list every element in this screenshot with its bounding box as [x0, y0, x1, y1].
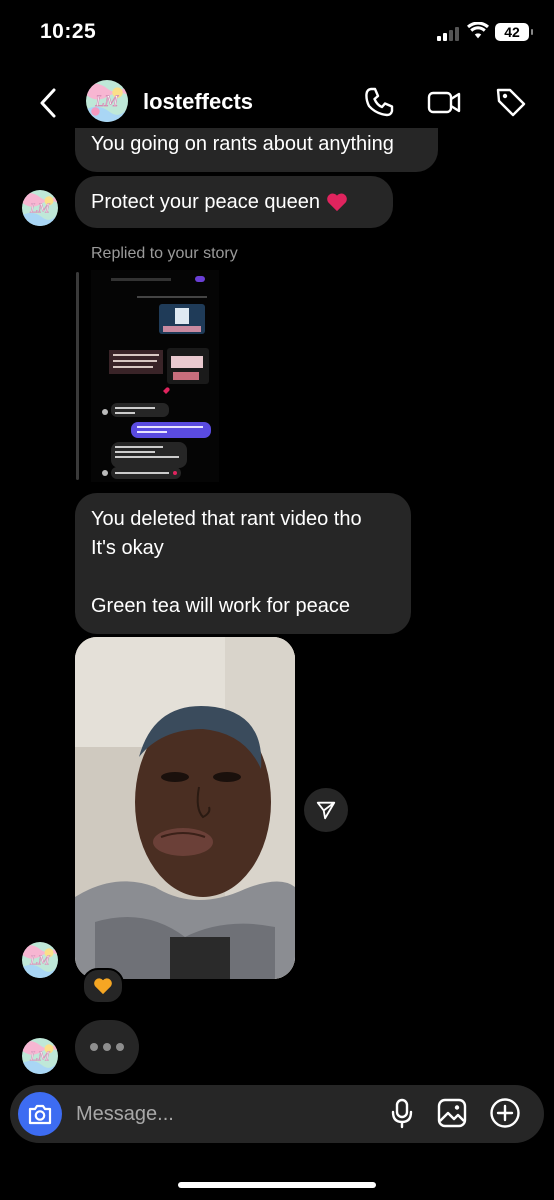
message-text-line: It's okay — [91, 537, 164, 559]
status-time: 10:25 — [40, 20, 97, 43]
send-icon — [316, 801, 336, 820]
svg-text:LM: LM — [29, 954, 51, 968]
message-bubble[interactable]: You going on rants about anything — [75, 128, 438, 172]
home-indicator[interactable] — [178, 1182, 376, 1188]
message-text-line: You deleted that rant video tho — [91, 508, 362, 530]
reaction-badge[interactable] — [82, 968, 124, 1004]
sender-avatar[interactable]: LM — [22, 942, 58, 978]
message-text: You going on rants about anything — [91, 133, 394, 155]
typing-indicator — [75, 1020, 139, 1074]
typing-dot — [116, 1043, 124, 1051]
header-avatar[interactable]: LM — [86, 80, 128, 122]
shared-video[interactable] — [75, 637, 295, 979]
message-bubble[interactable]: Protect your peace queen — [75, 176, 393, 228]
message-text: Protect your peace queen — [91, 190, 321, 213]
back-chevron-icon[interactable] — [36, 86, 60, 120]
chat-username[interactable]: losteffects — [143, 89, 253, 115]
camera-button[interactable] — [18, 1092, 62, 1136]
sender-avatar[interactable]: LM — [22, 190, 58, 226]
microphone-icon[interactable] — [386, 1097, 418, 1129]
camera-icon — [28, 1104, 52, 1125]
phone-icon[interactable] — [362, 86, 396, 118]
sender-avatar[interactable]: LM — [22, 1038, 58, 1074]
svg-text:LM: LM — [29, 1050, 51, 1064]
battery-level: 42 — [504, 24, 520, 40]
plus-icon[interactable] — [489, 1097, 521, 1129]
orange-heart-icon — [94, 978, 112, 995]
share-button[interactable] — [304, 788, 348, 832]
message-text-line: Green tea will work for peace — [91, 595, 351, 617]
typing-dot — [103, 1043, 111, 1051]
svg-text:LM: LM — [94, 94, 119, 110]
battery-icon: 42 — [495, 23, 533, 41]
gallery-icon[interactable] — [436, 1097, 468, 1129]
red-heart-icon — [327, 193, 347, 212]
tag-icon[interactable] — [494, 86, 528, 118]
message-bubble[interactable]: You deleted that rant video tho It's oka… — [75, 493, 411, 634]
signal-icon — [437, 25, 459, 41]
wifi-icon — [467, 22, 489, 39]
typing-dot — [90, 1043, 98, 1051]
reply-divider — [76, 272, 79, 480]
video-frame-image — [75, 637, 295, 979]
svg-text:LM: LM — [29, 202, 51, 216]
message-text-line — [91, 563, 395, 592]
video-camera-icon[interactable] — [427, 86, 461, 118]
story-thumbnail[interactable] — [91, 270, 219, 482]
message-input[interactable] — [76, 1092, 366, 1136]
replied-to-story-label: Replied to your story — [91, 245, 238, 262]
